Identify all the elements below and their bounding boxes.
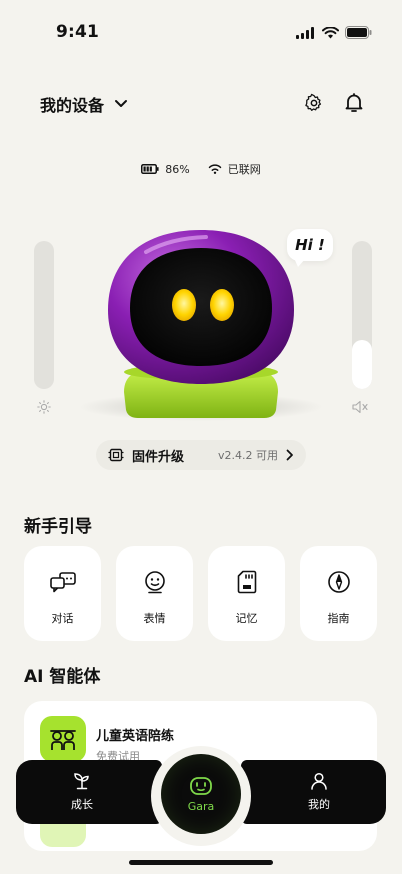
- speech-bubble-tail: [294, 258, 306, 267]
- chat-icon: [49, 572, 76, 593]
- tab-profile-label: 我的: [308, 798, 330, 811]
- speech-text: Hi !: [295, 236, 325, 254]
- page-title: 我的设备: [40, 96, 105, 115]
- face-icon: [144, 571, 165, 594]
- guide-card-label: 指南: [327, 612, 350, 625]
- home-indicator: [129, 860, 273, 865]
- notifications-button[interactable]: [343, 92, 365, 114]
- agents-section-title: AI 智能体: [24, 667, 101, 687]
- battery-status: 86%: [141, 161, 190, 177]
- tab-gara-label: Gara: [187, 799, 215, 813]
- sd-card-icon: [237, 570, 256, 594]
- battery-icon: [345, 26, 372, 39]
- guide-card-label: 表情: [143, 612, 166, 625]
- firmware-update-button[interactable]: 固件升级 v2.4.2 可用: [96, 440, 306, 470]
- tab-gara[interactable]: Gara: [161, 754, 241, 834]
- guide-card-chat[interactable]: 对话: [24, 546, 101, 641]
- firmware-label: 固件升级: [132, 449, 185, 465]
- network-status: 已联网: [208, 161, 261, 177]
- tab-growth[interactable]: 成长: [16, 760, 162, 824]
- wifi-status-icon: [208, 164, 221, 174]
- volume-slider-fill: [352, 340, 372, 389]
- chevron-down-icon: [115, 100, 128, 107]
- compass-icon: [327, 571, 350, 593]
- cellular-signal-icon: [296, 26, 314, 39]
- sprout-icon: [74, 773, 89, 790]
- speech-bubble: Hi !: [287, 229, 333, 261]
- sun-icon: [37, 400, 51, 414]
- guide-card-memory[interactable]: 记忆: [208, 546, 285, 641]
- gear-icon: [305, 93, 322, 111]
- kids-icon: [50, 730, 76, 750]
- agent-avatar: [40, 716, 86, 762]
- tab-growth-label: 成长: [71, 798, 93, 811]
- brightness-slider[interactable]: [34, 241, 54, 389]
- status-time: 9:41: [56, 22, 100, 42]
- settings-button[interactable]: [303, 92, 325, 114]
- bell-icon: [345, 93, 363, 112]
- volume-slider[interactable]: [352, 241, 372, 389]
- robot-face: [130, 248, 272, 366]
- guide-card-label: 对话: [51, 612, 74, 625]
- guide-section-title: 新手引导: [24, 517, 92, 537]
- status-icons: [296, 26, 372, 39]
- robot-eye-left: [172, 289, 196, 321]
- battery-level-icon: [141, 164, 159, 174]
- guide-card-face[interactable]: 表情: [116, 546, 193, 641]
- device-status-row: 86% 已联网: [0, 161, 402, 177]
- robot-icon: [190, 776, 212, 795]
- chevron-right-icon: [286, 449, 293, 461]
- speaker-icon: [352, 400, 368, 414]
- robot-eye-right: [210, 289, 234, 321]
- person-icon: [311, 772, 327, 790]
- battery-percent: 86%: [165, 162, 190, 176]
- tab-profile[interactable]: 我的: [241, 760, 386, 824]
- agent-name: 儿童英语陪练: [96, 729, 175, 744]
- wifi-icon: [322, 26, 339, 38]
- chip-icon: [108, 448, 124, 462]
- guide-card-label: 记忆: [235, 612, 258, 625]
- firmware-version: v2.4.2 可用: [218, 449, 278, 462]
- device-selector[interactable]: 我的设备: [40, 92, 128, 116]
- guide-card-guide[interactable]: 指南: [300, 546, 377, 641]
- network-label: 已联网: [227, 163, 261, 176]
